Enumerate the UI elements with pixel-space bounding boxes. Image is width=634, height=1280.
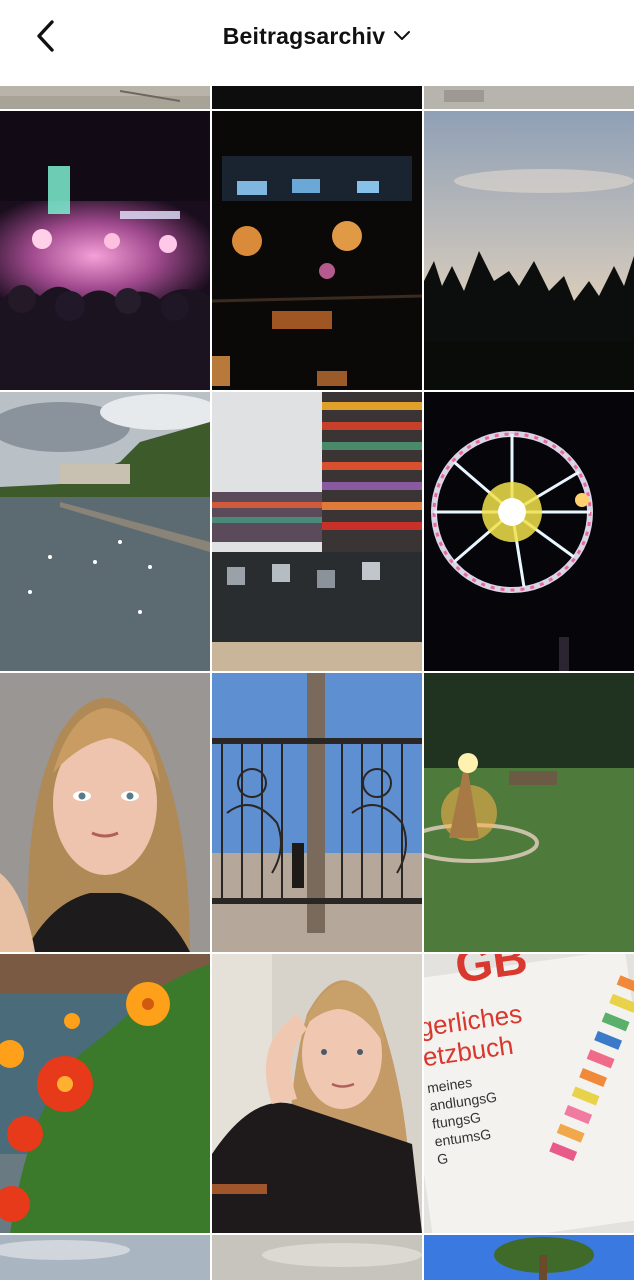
post-thumbnail[interactable] (0, 86, 210, 109)
post-thumbnail[interactable] (212, 86, 422, 109)
post-thumbnail[interactable] (424, 1235, 634, 1280)
post-thumbnail[interactable] (212, 111, 422, 390)
post-thumbnail[interactable] (0, 954, 210, 1233)
post-thumbnail[interactable] (0, 673, 210, 952)
post-thumbnail[interactable] (424, 673, 634, 952)
post-grid: GB gerliches etzbuch meines andlungsG ft… (0, 86, 634, 1280)
post-thumbnail[interactable] (0, 392, 210, 671)
post-thumbnail[interactable] (424, 111, 634, 390)
post-thumbnail[interactable] (212, 954, 422, 1233)
post-thumbnail[interactable] (0, 1235, 210, 1280)
post-thumbnail[interactable] (212, 673, 422, 952)
page-title: Beitragsarchiv (222, 22, 386, 49)
chevron-left-icon (37, 20, 54, 52)
post-thumbnail[interactable]: GB gerliches etzbuch meines andlungsG ft… (424, 954, 634, 1233)
top-bar: Beitragsarchiv (0, 0, 634, 86)
post-thumbnail[interactable] (0, 111, 210, 390)
post-thumbnail[interactable] (212, 392, 422, 671)
post-thumbnail[interactable] (212, 1235, 422, 1280)
post-thumbnail[interactable] (424, 86, 634, 109)
post-thumbnail[interactable] (424, 392, 634, 671)
book-small-5: G (436, 1150, 449, 1167)
back-button[interactable] (26, 16, 66, 56)
chevron-down-icon (393, 27, 411, 45)
archive-title-dropdown[interactable]: Beitragsarchiv (223, 23, 412, 50)
